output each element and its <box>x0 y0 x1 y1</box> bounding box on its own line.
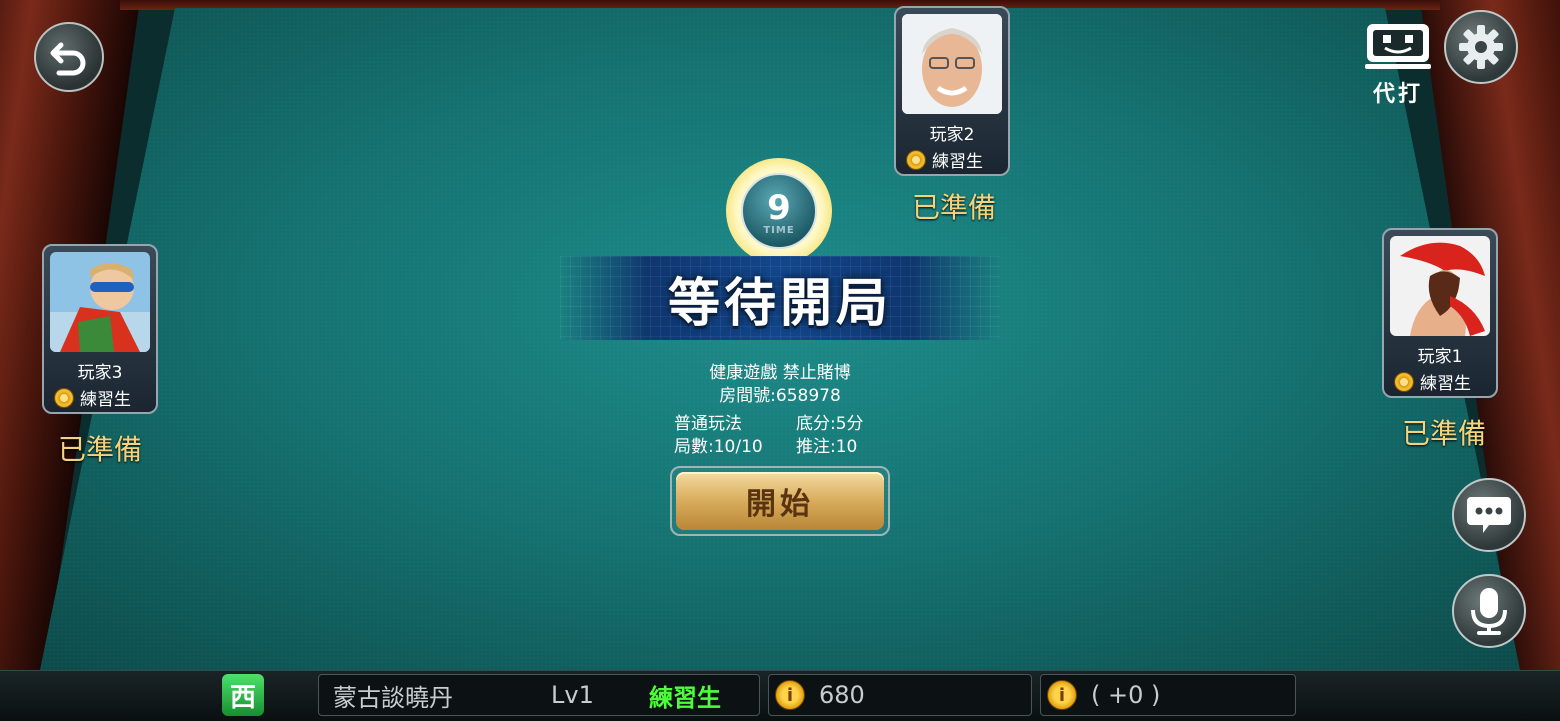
coin-icon: i <box>1047 680 1077 710</box>
timer-label: TIME <box>763 224 795 236</box>
rank-chip-icon <box>906 149 926 170</box>
voice-button[interactable] <box>1452 574 1526 648</box>
avatar <box>1390 236 1490 336</box>
avatar <box>902 14 1002 114</box>
coin-delta-panel: i ( +0 ) <box>1040 674 1296 716</box>
countdown-timer: 9 TIME <box>726 158 832 264</box>
ready-status: 已準備 <box>1401 417 1486 450</box>
game-mode: 普通玩法 <box>674 414 742 434</box>
status-banner: 等待開局 <box>560 256 1000 340</box>
player-name: 玩家2 <box>929 125 975 145</box>
auto-play-label: 代打 <box>1372 82 1423 107</box>
round-count: 局數:10/10 <box>674 437 763 457</box>
player-rank: 練習生 <box>80 390 131 410</box>
ready-status: 已準備 <box>57 433 142 466</box>
self-rank: 練習生 <box>649 683 721 712</box>
gear-icon <box>1459 25 1503 69</box>
coin-icon: i <box>775 680 805 710</box>
room-number: 房間號:658978 <box>719 386 841 406</box>
chat-button[interactable] <box>1452 478 1526 552</box>
status-banner-text: 等待開局 <box>667 273 892 334</box>
robot-icon <box>1365 24 1431 69</box>
player-card-left[interactable]: 玩家3 練習生 <box>42 244 158 414</box>
coin-balance: 680 <box>819 681 865 709</box>
player-name: 玩家3 <box>77 363 123 383</box>
self-level: Lv1 <box>551 681 594 709</box>
coin-panel: i 680 <box>768 674 1032 716</box>
bet-amount: 推注:10 <box>796 437 858 457</box>
player-rank: 練習生 <box>932 152 983 172</box>
player-rank: 練習生 <box>1420 374 1471 394</box>
rank-chip-icon <box>1394 371 1414 392</box>
seat-direction-badge: 西 <box>222 674 264 716</box>
rank-chip-icon <box>54 387 74 408</box>
microphone-icon <box>1471 588 1507 635</box>
player-card-top[interactable]: 玩家2 練習生 <box>894 6 1010 176</box>
start-button-label: 開始 <box>676 472 884 530</box>
settings-button[interactable] <box>1444 10 1518 84</box>
chat-bubble-icon <box>1467 497 1511 533</box>
health-notice: 健康遊戲 禁止賭博 <box>709 363 851 383</box>
player-card-right[interactable]: 玩家1 練習生 <box>1382 228 1498 398</box>
start-button[interactable]: 開始 <box>670 466 890 536</box>
auto-play-button[interactable]: 代打 <box>1362 22 1434 108</box>
back-arrow-icon <box>50 42 86 76</box>
self-info-panel: 蒙古談曉丹 Lv1 練習生 <box>318 674 760 716</box>
base-score: 底分:5分 <box>796 414 864 434</box>
avatar <box>50 252 150 352</box>
timer-value: 9 <box>767 187 791 228</box>
self-name: 蒙古談曉丹 <box>333 683 453 712</box>
coin-delta: ( +0 ) <box>1091 681 1161 709</box>
back-button[interactable] <box>34 22 104 92</box>
player-name: 玩家1 <box>1417 347 1463 367</box>
ready-status: 已準備 <box>911 191 996 224</box>
